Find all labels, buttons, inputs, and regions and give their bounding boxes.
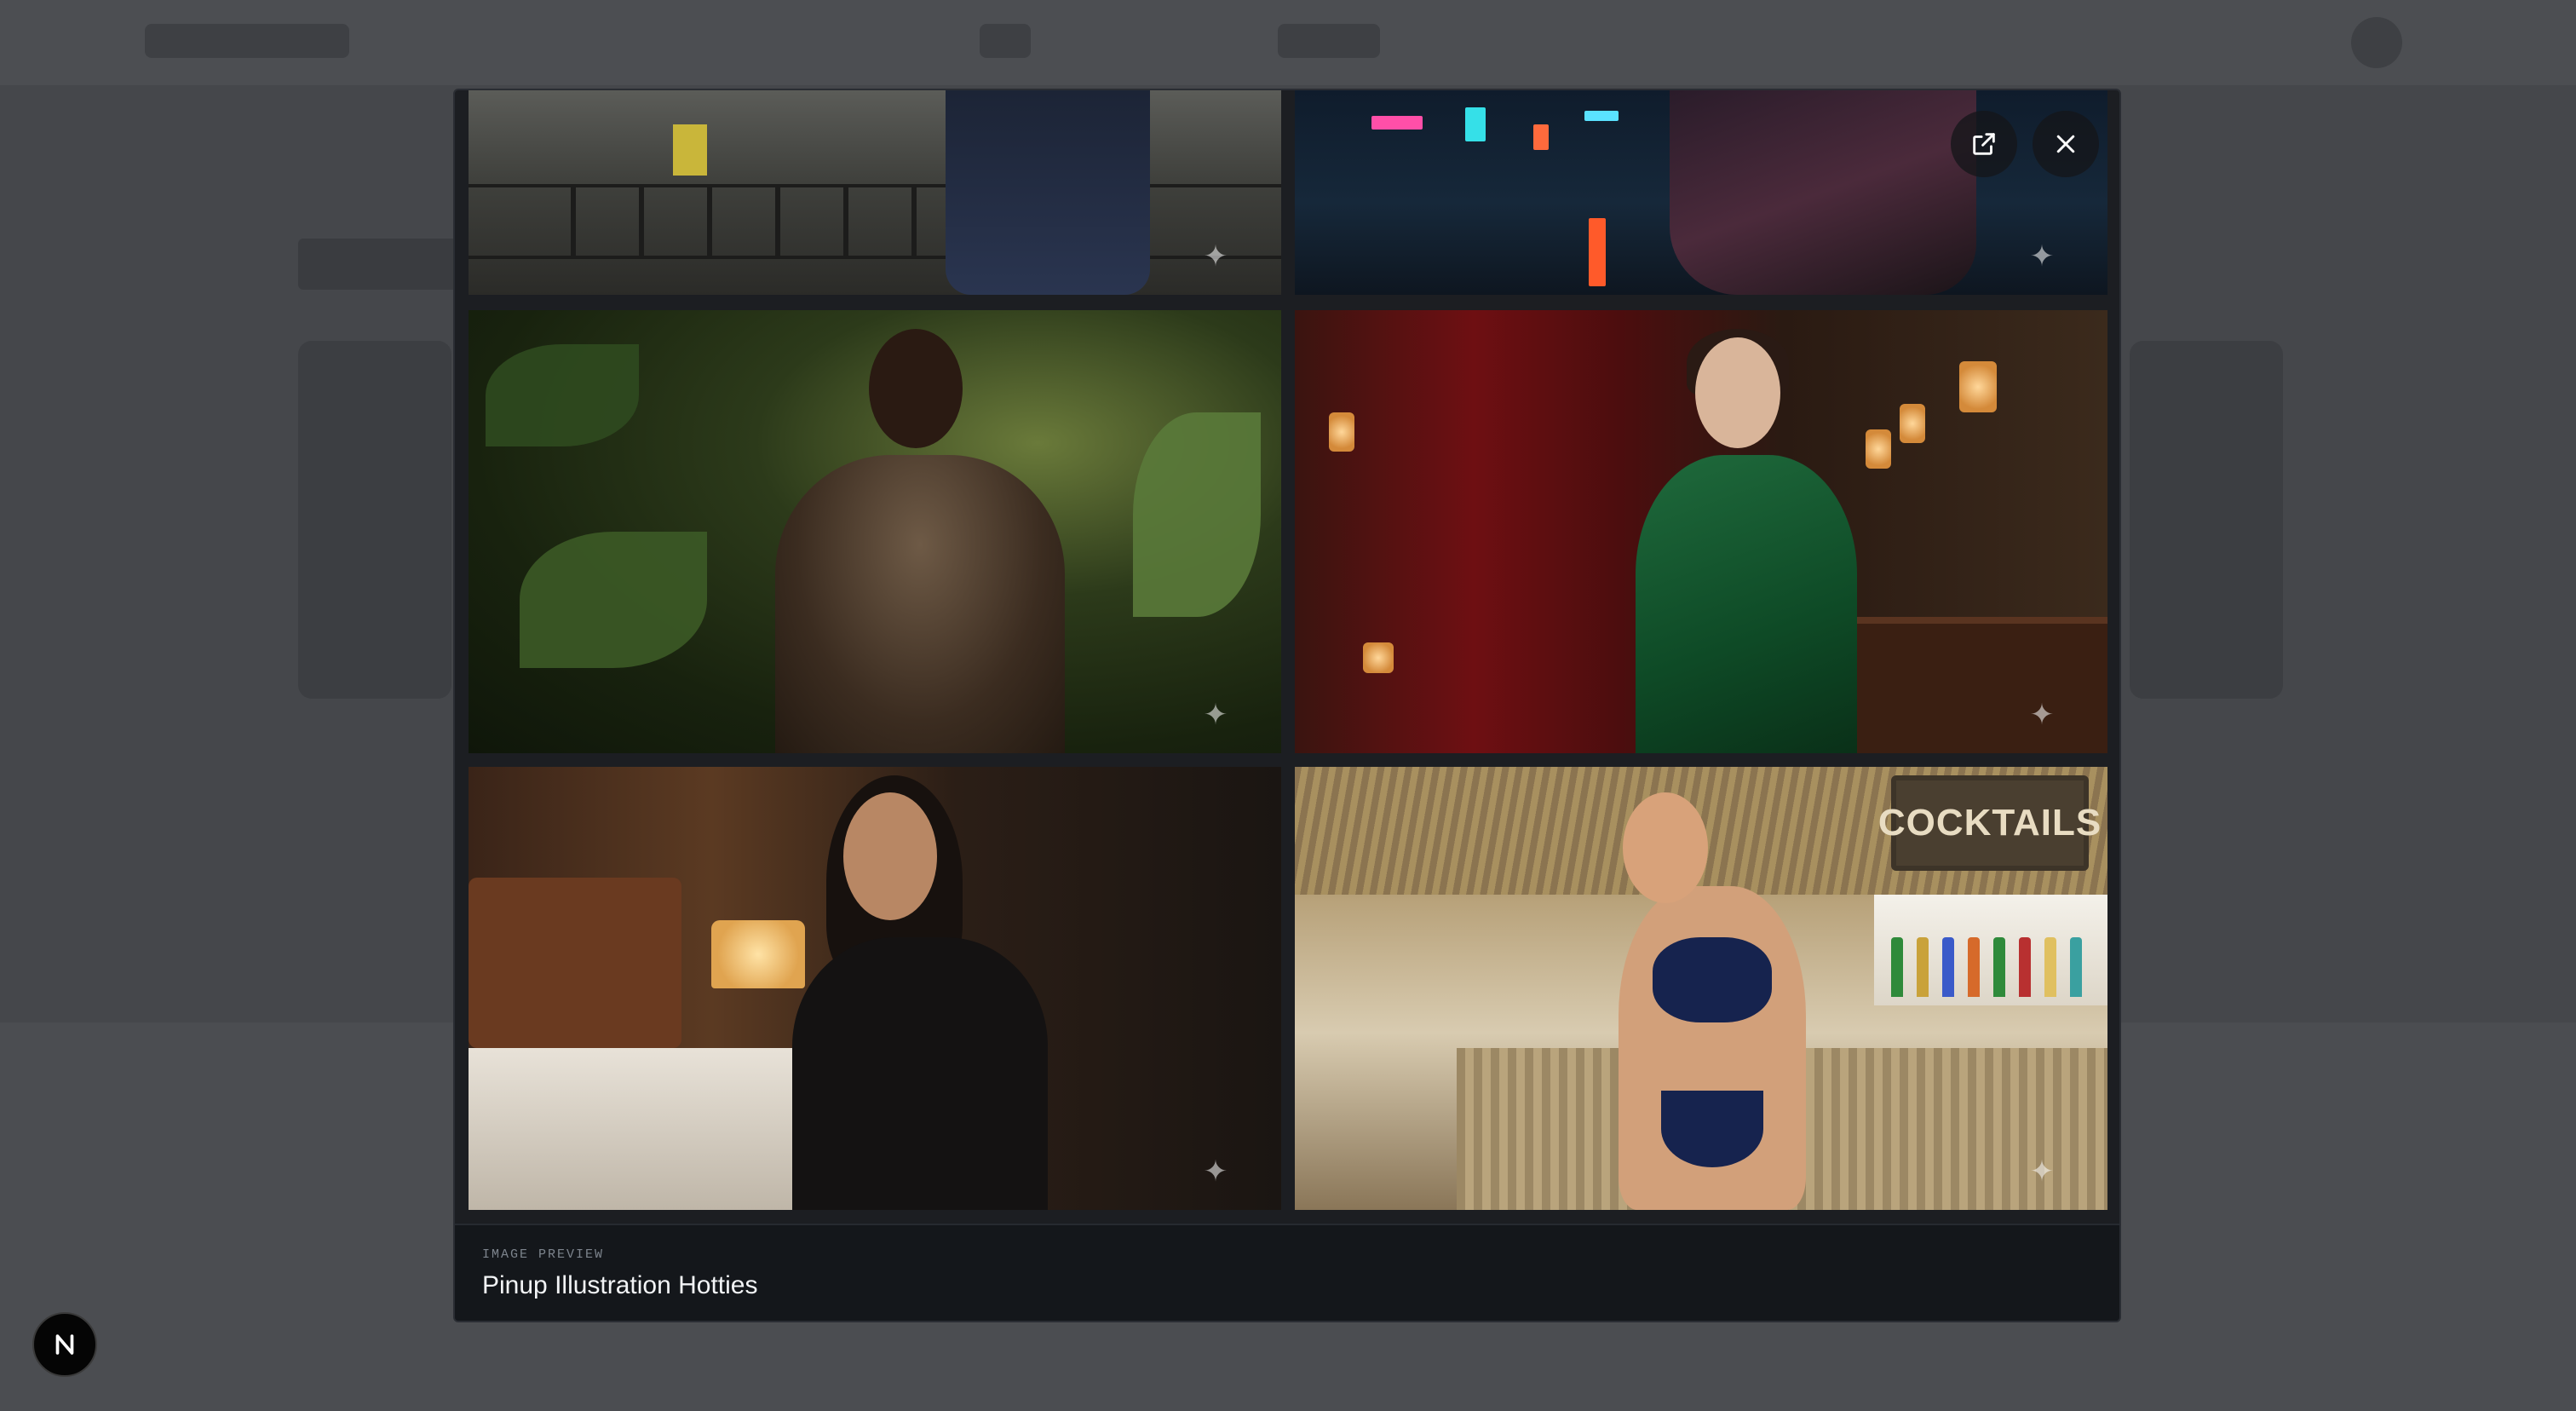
- image-tile-jungle-portrait[interactable]: ✦: [469, 310, 1281, 753]
- headboard-shape: [469, 878, 681, 1048]
- neon-light-shape: [1584, 111, 1619, 121]
- figure-shape: [1670, 90, 1976, 295]
- n-logo-icon: [55, 1334, 74, 1355]
- neon-light-shape: [1589, 218, 1606, 286]
- neon-light-shape: [1465, 107, 1486, 141]
- sparkle-icon: ✦: [1203, 240, 1228, 273]
- sparkle-icon: ✦: [2029, 1155, 2055, 1188]
- open-in-new-tab-button[interactable]: [1951, 111, 2017, 177]
- neon-light-shape: [1371, 116, 1423, 130]
- leaf-shape: [1133, 412, 1261, 617]
- lamp-shape: [1900, 404, 1925, 443]
- leaf-shape: [520, 532, 707, 668]
- close-icon: [2056, 135, 2075, 153]
- sparkle-icon: ✦: [1203, 1155, 1228, 1188]
- image-grid: ✦ ✦ ✦ ✦ ✦ COCKTAILS ✦: [469, 90, 2107, 1210]
- background-logo: [145, 24, 349, 58]
- lamp-shape: [1329, 412, 1354, 452]
- sparkle-icon: ✦: [2029, 699, 2055, 731]
- caption-title: Pinup Illustration Hotties: [482, 1271, 758, 1299]
- portrait-head-shape: [869, 329, 963, 448]
- lamp-shape: [1363, 642, 1394, 673]
- caption-label: IMAGE PREVIEW: [482, 1247, 605, 1262]
- image-preview-modal: ✦ ✦ ✦ ✦ ✦ COCKTAILS ✦ IMAGE PREVIEW Pinu…: [453, 89, 2121, 1322]
- lamp-shape: [711, 920, 805, 988]
- image-tile-bedroom[interactable]: ✦: [469, 767, 1281, 1210]
- sparkle-icon: ✦: [2029, 240, 2055, 273]
- swimsuit-top-shape: [1653, 937, 1772, 1022]
- portrait-head-shape: [1623, 792, 1708, 903]
- lamp-shape: [1866, 429, 1891, 469]
- bar-counter-shape: [1823, 617, 2107, 753]
- background-title: [298, 239, 477, 290]
- portrait-head-shape: [1695, 337, 1780, 448]
- leaf-shape: [486, 344, 639, 446]
- caption-footer: IMAGE PREVIEW Pinup Illustration Hotties: [455, 1224, 2119, 1321]
- trash-bin-shape: [673, 124, 707, 176]
- lamp-shape: [1959, 361, 1997, 412]
- lingerie-shape: [792, 937, 1048, 1210]
- figure-shape: [946, 90, 1150, 295]
- background-card: [2130, 341, 2283, 699]
- portrait-head-shape: [843, 792, 937, 920]
- background-nav-item: [980, 24, 1031, 58]
- close-button[interactable]: [2033, 111, 2099, 177]
- neon-light-shape: [1533, 124, 1549, 150]
- image-tile-tiki-bar[interactable]: COCKTAILS ✦: [1295, 767, 2107, 1210]
- bottle-shelf-shape: [1874, 895, 2107, 1005]
- image-tile-street-balcony[interactable]: ✦: [469, 90, 1281, 295]
- background-nav-item: [1278, 24, 1380, 58]
- external-link-icon: [1973, 133, 1995, 155]
- fur-coat-shape: [775, 455, 1065, 753]
- background-card: [298, 341, 451, 699]
- dev-tools-badge[interactable]: [32, 1312, 97, 1377]
- sparkle-icon: ✦: [1203, 699, 1228, 731]
- background-header: [0, 0, 2576, 85]
- background-avatar: [2351, 17, 2402, 68]
- green-dress-shape: [1636, 455, 1857, 753]
- railing-shape: [469, 184, 1281, 259]
- cocktails-sign: COCKTAILS: [1878, 775, 2101, 871]
- swimsuit-bottom-shape: [1661, 1091, 1763, 1167]
- image-tile-speakeasy[interactable]: ✦: [1295, 310, 2107, 753]
